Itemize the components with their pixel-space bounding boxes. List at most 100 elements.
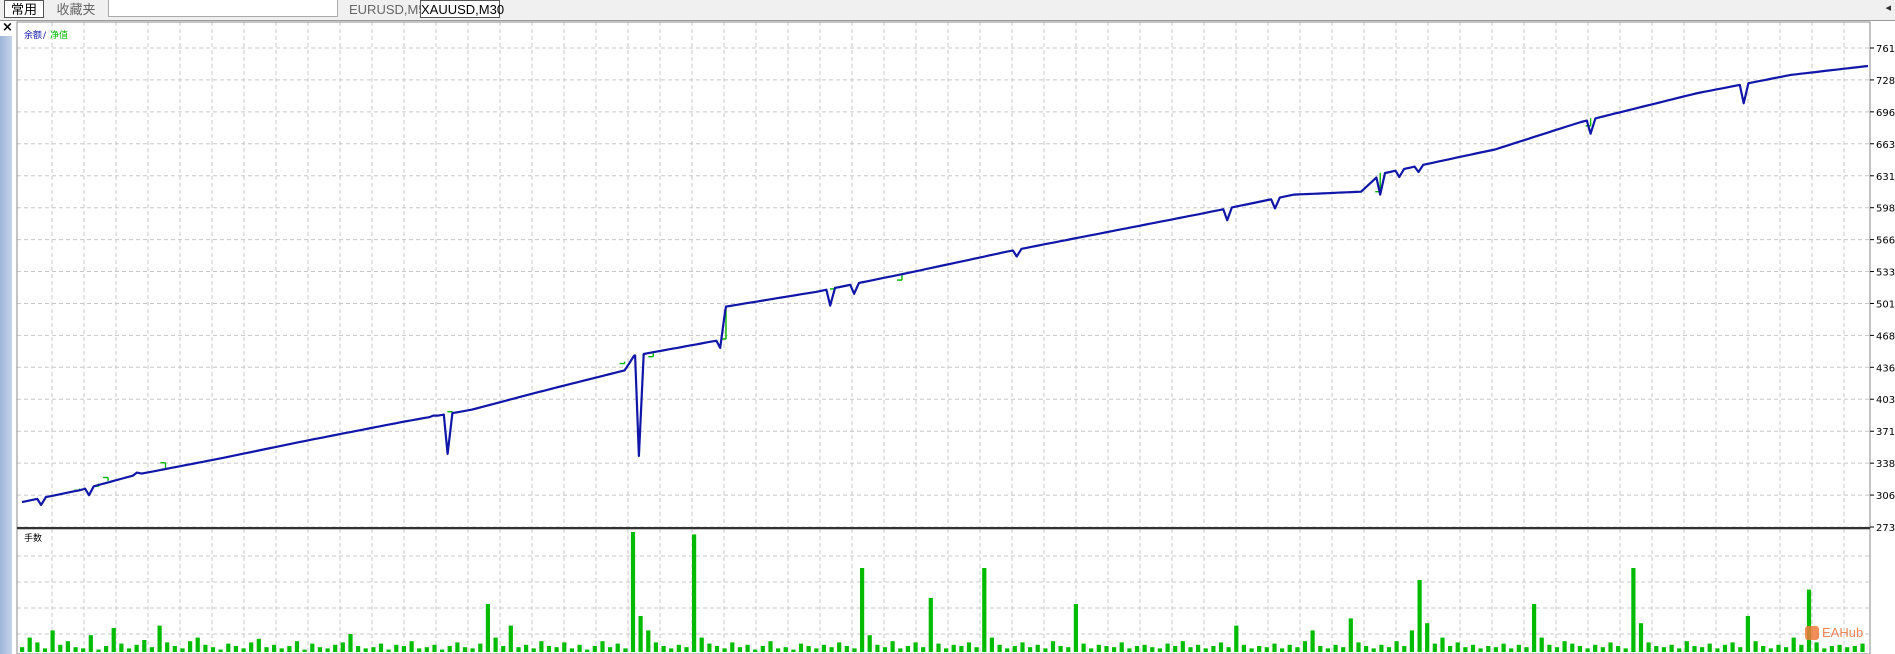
volume-bar bbox=[1463, 647, 1468, 652]
volume-bar bbox=[921, 647, 926, 652]
volume-bar bbox=[462, 647, 468, 652]
volume-bar bbox=[1386, 647, 1392, 652]
volume-bar bbox=[1035, 644, 1040, 652]
volume-bar bbox=[1562, 641, 1567, 652]
volume-bar bbox=[974, 647, 979, 652]
volume-bar bbox=[1318, 646, 1323, 652]
volume-bar bbox=[1722, 644, 1728, 652]
volume-bar bbox=[501, 646, 506, 652]
volume-bar bbox=[96, 649, 101, 652]
volume-bar bbox=[88, 635, 93, 652]
volume-bar bbox=[172, 646, 177, 652]
volume-bar bbox=[1165, 643, 1170, 652]
volume-bar bbox=[1478, 648, 1483, 652]
volume-bar bbox=[1066, 647, 1071, 652]
volume-bar bbox=[1218, 642, 1224, 652]
y-tick-label: 4362 bbox=[1876, 363, 1895, 374]
volume-bar bbox=[104, 646, 109, 652]
volume-bar bbox=[1623, 648, 1628, 652]
chart-canvas: 7613 7288 6963 6638 6312 5987 5662 5337 5012 4687… bbox=[16, 21, 1895, 654]
volume-bar bbox=[707, 643, 712, 652]
volume-bar bbox=[844, 646, 849, 652]
y-tick-label: 4037 bbox=[1876, 395, 1895, 406]
volume-bar bbox=[1325, 648, 1330, 652]
volume-bar bbox=[485, 604, 490, 652]
volume-bar bbox=[356, 646, 361, 652]
volume-bar bbox=[1547, 644, 1552, 652]
volume-bar bbox=[554, 647, 559, 652]
volume-bar bbox=[1784, 647, 1789, 652]
volume-bar bbox=[989, 637, 994, 652]
y-tick-label: 3711 bbox=[1876, 427, 1895, 438]
volume-bar bbox=[1188, 647, 1193, 652]
volume-bar bbox=[745, 644, 750, 652]
volume-bar bbox=[1356, 642, 1361, 652]
volume-bar bbox=[241, 648, 246, 652]
volume-bar bbox=[539, 641, 544, 652]
volume-bar bbox=[279, 648, 284, 652]
volume-bar bbox=[226, 643, 231, 652]
volume-bar bbox=[378, 643, 384, 652]
volume-bar bbox=[1501, 643, 1506, 652]
volume-bar bbox=[714, 646, 720, 652]
volume-bar bbox=[608, 647, 613, 652]
volume-bar bbox=[1669, 644, 1674, 652]
volume-bar bbox=[35, 642, 40, 652]
volume-bar bbox=[363, 648, 368, 652]
y-tick-label: 4687 bbox=[1876, 331, 1895, 342]
volume-bar bbox=[638, 616, 643, 652]
volume-bar bbox=[409, 641, 414, 652]
y-tick-label: 7288 bbox=[1876, 76, 1895, 87]
volume-bar bbox=[1845, 647, 1850, 652]
volume-bar bbox=[188, 641, 193, 652]
volume-bar bbox=[1379, 644, 1384, 652]
volume-bar bbox=[1249, 648, 1254, 652]
y-tick-label: 3386 bbox=[1876, 459, 1895, 470]
volume-bar bbox=[294, 641, 300, 652]
equity-series bbox=[74, 118, 1592, 491]
volume-bar bbox=[524, 644, 529, 652]
volume-bar bbox=[867, 635, 872, 652]
volume-bar bbox=[348, 634, 353, 652]
volume-bar bbox=[1822, 648, 1827, 652]
volume-bar bbox=[1241, 644, 1246, 652]
y-tick-label: 5987 bbox=[1876, 204, 1895, 215]
volume-bar bbox=[1577, 646, 1582, 652]
volume-bar bbox=[737, 647, 742, 652]
volume-bar bbox=[1753, 641, 1758, 652]
volume-bar bbox=[1302, 641, 1308, 652]
y-tick-label: 5337 bbox=[1876, 268, 1895, 279]
volume-bar bbox=[821, 644, 826, 652]
volume-bar bbox=[615, 643, 620, 652]
volume-bar bbox=[249, 642, 254, 652]
volume-bar bbox=[1119, 642, 1124, 652]
volume-bar bbox=[394, 644, 399, 652]
volume-bar bbox=[42, 648, 48, 652]
volume-bar bbox=[27, 637, 32, 652]
volume-bar bbox=[1616, 646, 1621, 652]
volume-bar bbox=[653, 642, 658, 652]
volume-bar bbox=[1585, 648, 1590, 652]
volume-bar bbox=[951, 644, 956, 652]
volume-bar bbox=[722, 648, 727, 652]
volume-bar bbox=[1516, 644, 1521, 652]
volume-bar bbox=[1264, 647, 1269, 652]
volume-bar bbox=[203, 644, 208, 652]
volume-bar bbox=[1470, 644, 1476, 652]
volume-bar bbox=[1280, 648, 1285, 652]
volume-bar bbox=[73, 647, 78, 652]
volume-bar bbox=[1257, 646, 1262, 652]
volume-bar bbox=[1211, 646, 1216, 652]
volume-bar bbox=[829, 647, 834, 652]
volume-bar bbox=[1608, 642, 1613, 652]
volume-bar bbox=[669, 648, 674, 652]
balance-chart-grid bbox=[17, 22, 1870, 528]
volume-bar bbox=[1806, 589, 1812, 652]
volume-bar bbox=[966, 642, 972, 652]
volume-bar bbox=[982, 568, 987, 652]
volume-bar bbox=[1409, 630, 1414, 652]
volume-bar bbox=[1287, 644, 1292, 652]
volume-bar bbox=[1089, 648, 1094, 652]
volume-bar bbox=[806, 646, 811, 652]
volume-bar bbox=[630, 532, 636, 652]
